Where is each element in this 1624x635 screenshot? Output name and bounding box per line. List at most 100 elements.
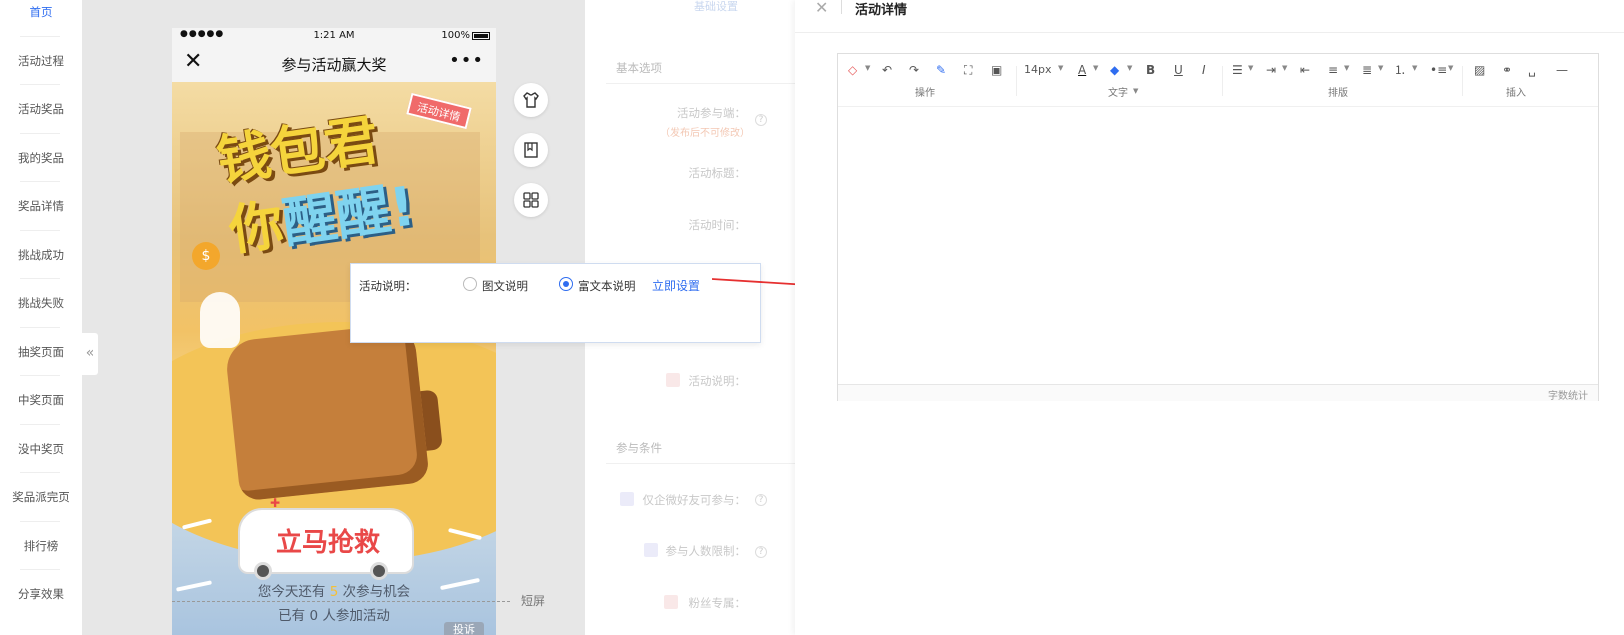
chevron-down-icon[interactable]: ▼: [1127, 64, 1132, 72]
activity-poster: $ 钱包君 你醒醒! 活动详情 ✚ 立马抢救 您今天还有 5 次参与机会 已有 …: [172, 82, 496, 635]
setup-now-link[interactable]: 立即设置: [652, 277, 700, 294]
nav-item-no-win[interactable]: 没中奖页: [0, 439, 82, 459]
components-tool-button[interactable]: [514, 183, 548, 217]
nav-item-process[interactable]: 活动过程: [0, 51, 82, 71]
spacing-icon[interactable]: ≣: [1362, 62, 1372, 78]
font-size-select[interactable]: 14px: [1024, 62, 1052, 78]
nav-item-prizes[interactable]: 活动奖品: [0, 99, 82, 119]
headline-part-a: 你: [225, 192, 288, 263]
book-icon: [524, 142, 538, 158]
nav-item-sold-out[interactable]: 奖品派完页: [0, 487, 82, 507]
left-nav: 首页 活动过程 活动奖品 我的奖品 奖品详情 挑战成功 挑战失败 抽奖页面 中奖…: [0, 0, 82, 635]
popup-label: 活动说明：: [359, 279, 417, 293]
fullscreen-icon[interactable]: ⛶: [964, 62, 972, 78]
nav-divider: [20, 230, 60, 231]
paste-icon[interactable]: ▣: [991, 62, 1002, 78]
help-icon[interactable]: ?: [755, 494, 767, 506]
battery-icon: [472, 32, 490, 40]
nav-item-home[interactable]: 首页: [0, 2, 82, 22]
more-icon[interactable]: •••: [449, 50, 484, 71]
editor-content-area[interactable]: [838, 106, 1598, 382]
section-divider: [606, 463, 796, 464]
nav-item-challenge-success[interactable]: 挑战成功: [0, 245, 82, 265]
nav-item-lottery[interactable]: 抽奖页面: [0, 342, 82, 362]
space-icon[interactable]: ␣: [1528, 62, 1536, 78]
highlight-icon[interactable]: ◆: [1110, 62, 1119, 78]
drawer-title: 活动详情: [855, 3, 908, 18]
radio-image-text[interactable]: [463, 277, 477, 291]
field-entry-hint: （发布后不可修改）: [660, 128, 750, 139]
nav-divider: [20, 472, 60, 473]
help-icon[interactable]: ?: [755, 114, 767, 126]
shirt-icon: [523, 92, 539, 108]
rich-text-editor: ◇ ▼ ↶ ↷ ✎ ⛶ ▣ 操作 14px ▼ A ▼ ◆ ▼ B U I 文字…: [837, 53, 1599, 402]
chevron-down-icon[interactable]: ▼: [1412, 64, 1417, 72]
chevron-down-icon[interactable]: ▼: [1282, 64, 1287, 72]
nav-divider: [20, 521, 60, 522]
chevron-down-icon[interactable]: ▼: [1133, 87, 1138, 95]
template-tool-button[interactable]: [514, 133, 548, 167]
nav-item-my-prizes[interactable]: 我的奖品: [0, 148, 82, 168]
drawer-close-icon[interactable]: ✕: [815, 0, 828, 17]
radio-image-text-label[interactable]: 图文说明: [482, 278, 528, 294]
info-suffix: 次参与机会: [342, 584, 411, 600]
chevron-down-icon[interactable]: ▼: [1248, 64, 1253, 72]
nav-item-prize-detail[interactable]: 奖品详情: [0, 196, 82, 216]
undo-icon[interactable]: ↶: [882, 62, 892, 78]
italic-icon[interactable]: I: [1202, 62, 1206, 78]
editor-toolbar: ◇ ▼ ↶ ↷ ✎ ⛶ ▣ 操作 14px ▼ A ▼ ◆ ▼ B U I 文字…: [838, 54, 1598, 106]
radio-rich-text-label[interactable]: 富文本说明: [578, 278, 636, 294]
chevron-down-icon[interactable]: ▼: [1093, 64, 1098, 72]
rescue-button[interactable]: ✚ 立马抢救: [238, 496, 414, 580]
bullet-list-icon[interactable]: •≡: [1430, 62, 1447, 78]
phone-title-bar: ✕ 参与活动赢大奖 •••: [172, 44, 496, 82]
align-icon[interactable]: ☰: [1232, 62, 1243, 78]
rescue-button-label: 立马抢救: [275, 528, 380, 558]
chevron-down-icon[interactable]: ▼: [1448, 64, 1453, 72]
collapse-nav-button[interactable]: «: [82, 333, 98, 375]
horizontal-rule-icon[interactable]: —: [1556, 62, 1568, 78]
help-icon[interactable]: ?: [755, 546, 767, 558]
theme-tool-button[interactable]: [514, 83, 548, 117]
indent-icon[interactable]: ⇥: [1266, 62, 1276, 78]
line-height-icon[interactable]: ≡: [1328, 62, 1338, 78]
chevron-down-icon[interactable]: ▼: [1058, 64, 1063, 72]
toolbar-group-label: 插入: [1506, 88, 1526, 99]
nav-item-challenge-fail[interactable]: 挑战失败: [0, 293, 82, 313]
description-popup: 活动说明： 图文说明 富文本说明 立即设置: [350, 263, 761, 343]
nav-item-share[interactable]: 分享效果: [0, 584, 82, 604]
basic-settings-tab[interactable]: 基础设置: [694, 0, 738, 14]
font-color-icon[interactable]: A: [1078, 62, 1086, 78]
phone-status-bar: ●●●●● 1:21 AM 100%: [172, 28, 496, 44]
wheel-icon: [370, 562, 388, 580]
underline-icon[interactable]: U: [1174, 62, 1183, 78]
field-time-label: 活动时间：: [688, 218, 747, 232]
wallet-illustration: [224, 322, 430, 502]
chevron-down-icon[interactable]: ▼: [1378, 64, 1383, 72]
short-screen-divider: [172, 601, 510, 602]
info2-prefix: 已有: [278, 608, 306, 624]
medical-cross-icon: ✚: [270, 496, 281, 510]
outdent-icon[interactable]: ⇤: [1300, 62, 1310, 78]
link-icon[interactable]: ⚭: [1502, 62, 1512, 78]
chevron-down-icon[interactable]: ▼: [865, 64, 870, 72]
ghost-illustration: [200, 292, 240, 348]
eraser-icon[interactable]: ◇: [848, 62, 857, 78]
poster-tag: 活动详情: [406, 92, 472, 130]
participant-count: 0: [309, 608, 319, 624]
redo-icon[interactable]: ↷: [909, 62, 919, 78]
phone-page-title: 参与活动赢大奖: [281, 56, 387, 74]
bold-icon[interactable]: B: [1146, 62, 1155, 78]
info2-suffix: 人参加活动: [322, 608, 390, 624]
short-screen-label: 短屏: [521, 594, 546, 608]
word-count: 字数统计: [1548, 391, 1588, 402]
wheel-icon: [254, 562, 272, 580]
radio-rich-text[interactable]: [559, 277, 573, 291]
image-icon[interactable]: ▨: [1474, 62, 1485, 78]
ordered-list-icon[interactable]: ⒈: [1394, 62, 1406, 78]
format-painter-icon[interactable]: ✎: [936, 62, 946, 78]
complaint-button[interactable]: 投诉: [444, 622, 484, 635]
nav-item-win[interactable]: 中奖页面: [0, 390, 82, 410]
chevron-down-icon[interactable]: ▼: [1344, 64, 1349, 72]
nav-item-leaderboard[interactable]: 排行榜: [0, 536, 82, 556]
